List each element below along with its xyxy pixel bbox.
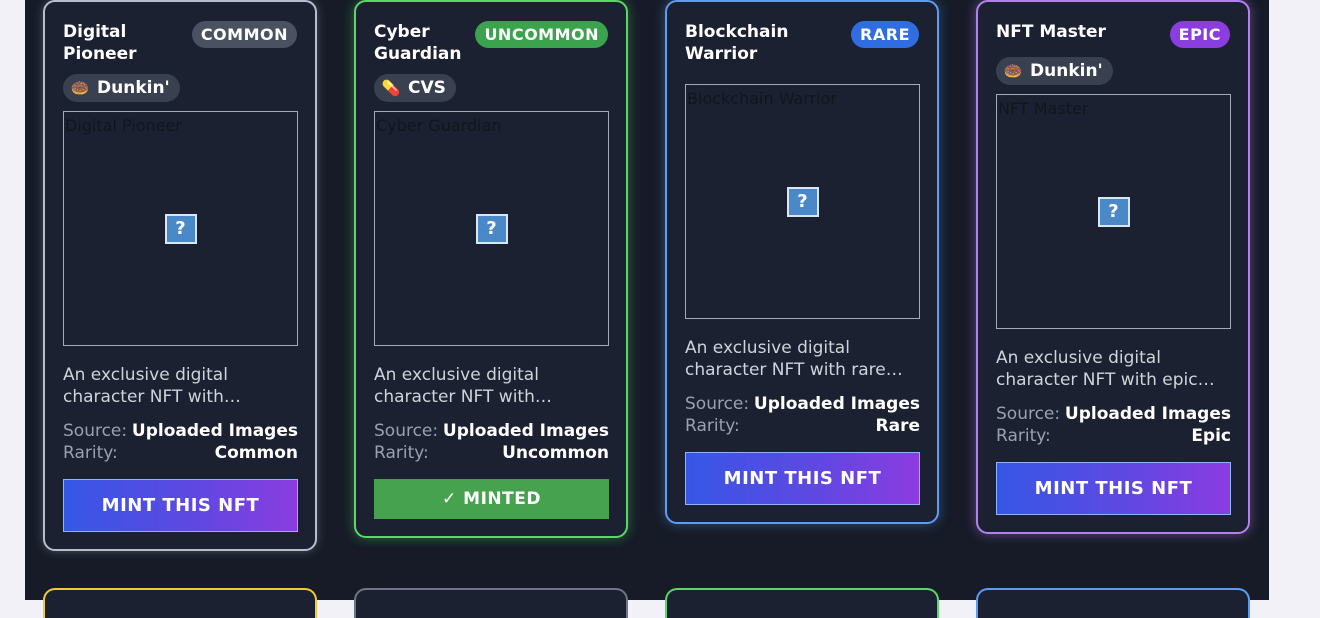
broken-image-icon: ? <box>786 186 819 217</box>
source-value: Uploaded Images <box>442 421 609 441</box>
rarity-row: Rarity: Rare <box>685 415 920 437</box>
rarity-label: Rarity: <box>996 426 1051 446</box>
source-label: Source: <box>374 421 439 441</box>
card-title: NFT Master <box>996 22 1106 42</box>
rarity-row: Rarity: Common <box>63 442 298 464</box>
rarity-label: Rarity: <box>63 443 118 463</box>
brand-name: Dunkin' <box>97 78 170 98</box>
nft-image: Cyber Guardian ? <box>374 111 609 346</box>
rarity-value: Uncommon <box>502 443 609 463</box>
broken-image-icon: ? <box>1097 196 1130 227</box>
card-description: An exclusive digital character NFT with… <box>374 365 552 407</box>
source-value: Uploaded Images <box>131 421 298 441</box>
donut-icon: 🍩 <box>70 79 90 97</box>
brand-chip: 💊 CVS <box>374 74 456 102</box>
rarity-value: Rare <box>875 416 920 436</box>
source-row: Source: Uploaded Images <box>996 403 1231 425</box>
mint-button[interactable]: MINT THIS NFT <box>996 462 1231 515</box>
brand-chip: 🍩 Dunkin' <box>996 57 1113 85</box>
source-label: Source: <box>685 394 750 414</box>
rarity-label: Rarity: <box>685 416 740 436</box>
rarity-badge: RARE <box>851 21 919 48</box>
card-description: An exclusive digital character NFT with … <box>996 348 1215 390</box>
nft-gallery-panel: Digital Pioneer COMMON 🍩 Dunkin' Digital … <box>25 0 1269 618</box>
nft-card-next-row <box>665 588 939 618</box>
broken-image-icon: ? <box>164 213 197 244</box>
image-alt-text: NFT Master <box>998 99 1089 118</box>
nft-card-next-row <box>43 588 317 618</box>
source-row: Source: Uploaded Images <box>685 393 920 415</box>
nft-card-blockchain-warrior: Blockchain Warrior RARE Blockchain Warri… <box>665 0 939 524</box>
image-alt-text: Digital Pioneer <box>65 116 182 135</box>
nft-image: Digital Pioneer ? <box>63 111 298 346</box>
brand-chip: 🍩 Dunkin' <box>63 74 180 102</box>
brand-name: Dunkin' <box>1030 61 1103 81</box>
minted-status-button: ✓ MINTED <box>374 479 609 519</box>
card-description: An exclusive digital character NFT with… <box>63 365 241 407</box>
nft-image: Blockchain Warrior ? <box>685 84 920 319</box>
nft-card-nft-master: NFT Master EPIC 🍩 Dunkin' NFT Master ? An… <box>976 0 1250 534</box>
nft-card-next-row <box>976 588 1250 618</box>
rarity-badge: EPIC <box>1169 21 1230 48</box>
rarity-value: Common <box>214 443 298 463</box>
source-label: Source: <box>63 421 128 441</box>
nft-image: NFT Master ? <box>996 94 1231 329</box>
mint-button[interactable]: MINT THIS NFT <box>63 479 298 532</box>
source-row: Source: Uploaded Images <box>374 420 609 442</box>
source-row: Source: Uploaded Images <box>63 420 298 442</box>
rarity-badge: COMMON <box>191 21 297 48</box>
rarity-row: Rarity: Uncommon <box>374 442 609 464</box>
mint-button[interactable]: MINT THIS NFT <box>685 452 920 505</box>
image-alt-text: Blockchain Warrior <box>687 89 837 108</box>
brand-name: CVS <box>408 78 446 98</box>
donut-icon: 🍩 <box>1003 62 1023 80</box>
card-title: Blockchain Warrior <box>685 22 789 64</box>
source-value: Uploaded Images <box>753 394 920 414</box>
pill-icon: 💊 <box>381 79 401 97</box>
image-alt-text: Cyber Guardian <box>376 116 502 135</box>
nft-card-next-row <box>354 588 628 618</box>
rarity-label: Rarity: <box>374 443 429 463</box>
card-description: An exclusive digital character NFT with … <box>685 338 903 380</box>
rarity-badge: UNCOMMON <box>475 21 608 48</box>
nft-card-cyber-guardian: Cyber Guardian UNCOMMON 💊 CVS Cyber Guard… <box>354 0 628 538</box>
source-value: Uploaded Images <box>1064 404 1231 424</box>
nft-card-digital-pioneer: Digital Pioneer COMMON 🍩 Dunkin' Digital … <box>43 0 317 551</box>
card-title: Digital Pioneer <box>63 22 137 64</box>
rarity-row: Rarity: Epic <box>996 425 1231 447</box>
rarity-value: Epic <box>1191 426 1231 446</box>
broken-image-icon: ? <box>475 213 508 244</box>
source-label: Source: <box>996 404 1061 424</box>
